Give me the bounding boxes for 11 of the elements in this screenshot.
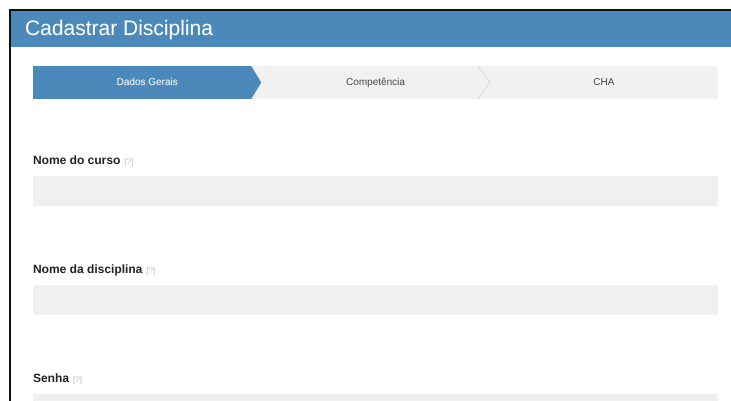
wizard-step-tab[interactable]: Dados Gerais: [33, 66, 262, 99]
wizard-step-tab[interactable]: Competência: [261, 66, 490, 99]
help-link[interactable]: [?]: [73, 375, 82, 384]
help-link[interactable]: [?]: [146, 266, 156, 275]
page-title: Cadastrar Disciplina: [25, 17, 213, 41]
wizard-step-tab[interactable]: CHA: [490, 66, 718, 99]
field-label: Senha: [33, 371, 70, 385]
field-label: Nome da disciplina: [33, 262, 142, 276]
field-label: Nome do curso: [33, 153, 120, 167]
help-link[interactable]: [?]: [124, 157, 134, 166]
chevron-icon: [478, 66, 490, 99]
